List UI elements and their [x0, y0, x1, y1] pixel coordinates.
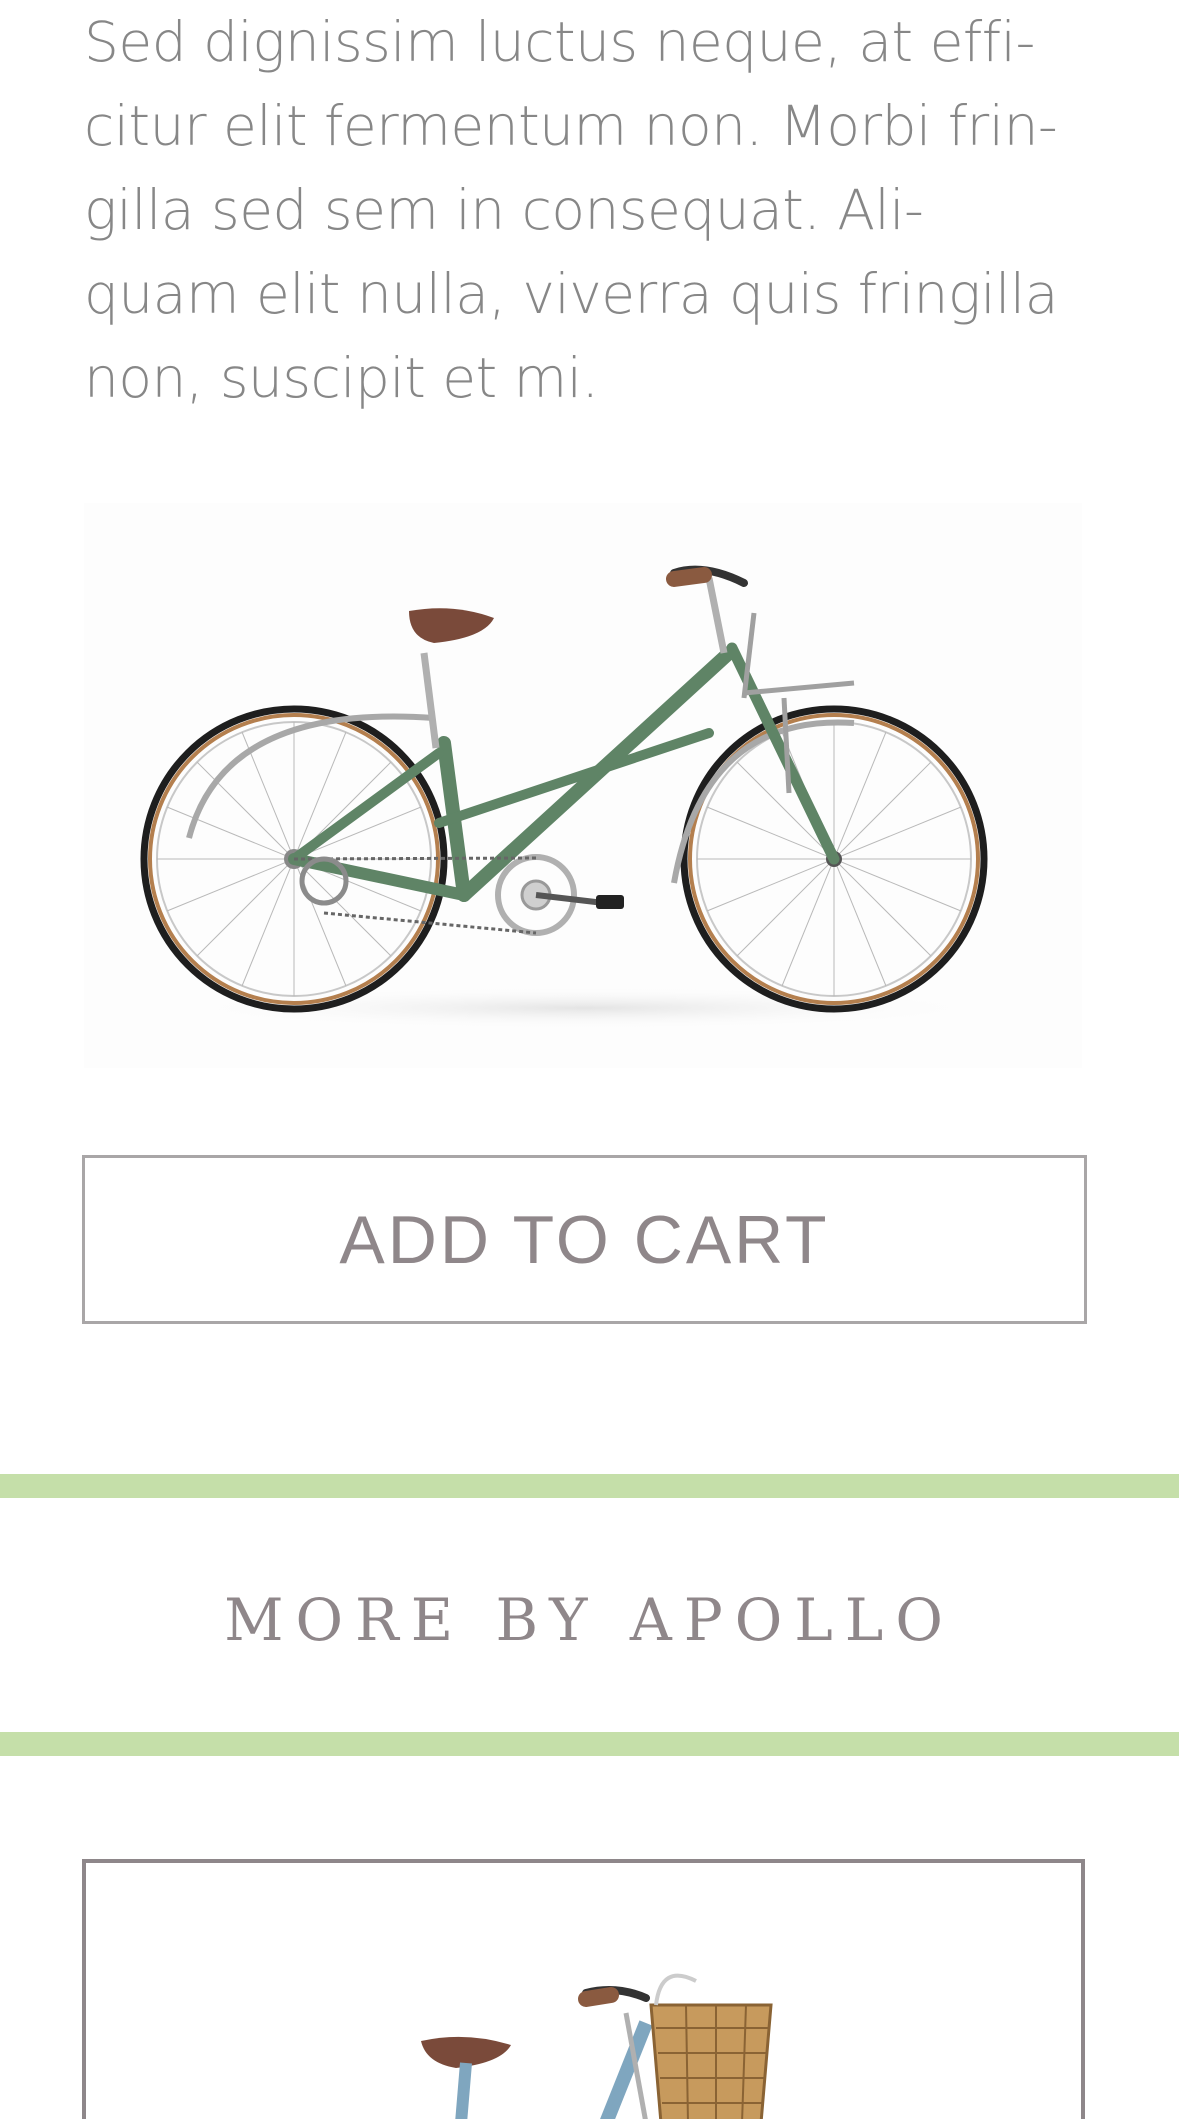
- description-line: Sed dignissim luctus neque, at effi-: [84, 10, 1035, 74]
- section-divider: [0, 1474, 1179, 1498]
- bicycle-with-basket-icon: [421, 1973, 773, 2119]
- related-product-card[interactable]: [82, 1859, 1085, 2119]
- description-line: quam elit nulla, viverra quis fringilla: [84, 262, 1058, 326]
- basket-icon: [649, 1973, 773, 2119]
- description-line: non, suscipit et mi.: [84, 346, 599, 410]
- product-image: [84, 503, 1082, 1068]
- bicycle-icon: [140, 565, 1004, 1030]
- product-description: Sed dignissim luctus neque, at effi- cit…: [84, 0, 1084, 420]
- description-line: citur elit fermentum non. Morbi frin-: [84, 94, 1058, 158]
- section-divider: [0, 1732, 1179, 1756]
- related-section-title: MORE BY APOLLO: [224, 1586, 955, 1654]
- add-to-cart-button[interactable]: ADD TO CART: [82, 1155, 1087, 1324]
- description-line: gilla sed sem in consequat. Ali-: [84, 178, 924, 242]
- add-to-cart-label: ADD TO CART: [339, 1201, 830, 1278]
- frame: [288, 642, 840, 902]
